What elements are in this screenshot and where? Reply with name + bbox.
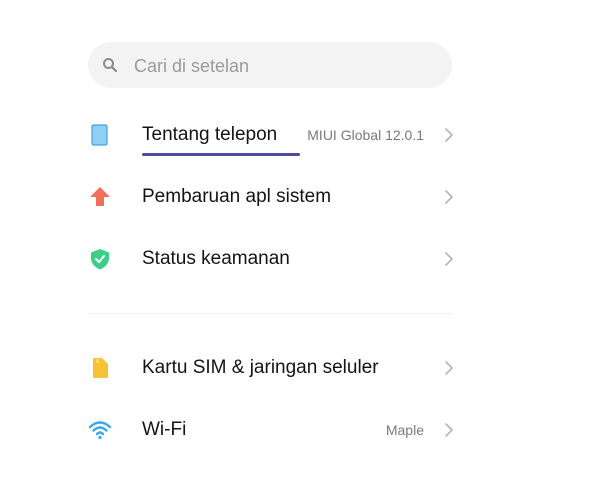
phone-icon — [91, 124, 108, 146]
search-bar[interactable] — [88, 42, 452, 88]
search-input[interactable] — [132, 50, 436, 82]
section-divider — [88, 313, 452, 314]
settings-item-label: Kartu SIM & jaringan seluler — [142, 357, 379, 378]
search-icon — [103, 58, 118, 73]
shield-check-icon — [91, 249, 109, 270]
chevron-right-icon — [445, 128, 453, 142]
settings-item-value: MIUI Global 12.0.1 — [307, 127, 424, 143]
settings-item-label: Pembaruan apl sistem — [142, 186, 332, 207]
wifi-icon — [88, 421, 112, 440]
settings-item-label: Wi-Fi — [142, 419, 187, 440]
highlight-underline — [142, 153, 300, 156]
settings-item-label: Tentang telepon — [142, 124, 278, 145]
arrow-up-icon — [90, 187, 110, 206]
sim-card-icon — [93, 358, 108, 378]
settings-item-wifi[interactable]: Wi-Fi Maple — [88, 405, 458, 455]
chevron-right-icon — [445, 190, 453, 204]
settings-item-sim-network[interactable]: Kartu SIM & jaringan seluler — [88, 343, 458, 393]
settings-item-system-update[interactable]: Pembaruan apl sistem — [88, 172, 458, 222]
settings-item-label: Status keamanan — [142, 248, 290, 269]
chevron-right-icon — [445, 252, 453, 266]
chevron-right-icon — [445, 361, 453, 375]
settings-item-value: Maple — [385, 422, 424, 438]
chevron-right-icon — [445, 423, 453, 437]
settings-item-security-status[interactable]: Status keamanan — [88, 234, 458, 284]
